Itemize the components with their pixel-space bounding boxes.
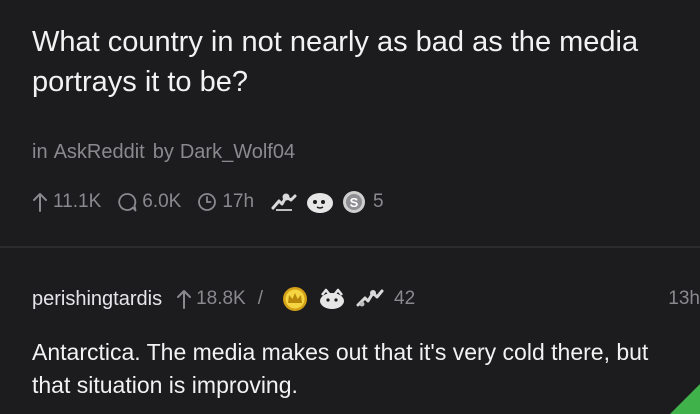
gold-crown-award-icon[interactable] <box>281 286 309 312</box>
post-age-text: 17h <box>222 191 255 212</box>
subreddit-link[interactable]: AskReddit <box>54 141 145 163</box>
author-link[interactable]: Dark_Wolf04 <box>180 141 295 163</box>
comment-bubble-icon <box>118 193 137 212</box>
separator-slash: / <box>257 288 264 309</box>
comment-age: 13h <box>668 288 700 309</box>
post-age: 17h <box>197 191 254 213</box>
comment-body: Antarctica. The media makes out that it'… <box>32 339 649 398</box>
post-stats: 11.1K 6.0K 17h S 5 <box>32 187 384 217</box>
wholesome-award-icon[interactable] <box>316 287 348 311</box>
in-label: in <box>32 141 48 163</box>
award-count: 5 <box>373 191 384 212</box>
post-title: What country in not nearly as bad as the… <box>32 26 639 98</box>
post-byline: in AskReddit by Dark_Wolf04 <box>32 141 301 164</box>
helpful-award-icon[interactable] <box>355 287 385 311</box>
svg-text:S: S <box>350 195 359 210</box>
upvote-button[interactable]: 11.1K <box>32 191 101 213</box>
upvote-count: 11.1K <box>53 191 102 212</box>
by-label: by <box>152 141 174 163</box>
arm-wrestling-award-icon[interactable] <box>270 191 298 213</box>
green-corner-indicator <box>670 384 700 414</box>
comment-upvote-button[interactable]: 18.8K <box>176 288 246 310</box>
comment-award-count: 42 <box>394 288 416 309</box>
post-header: What country in not nearly as bad as the… <box>0 0 700 247</box>
comment-count: 6.0K <box>142 191 182 212</box>
upvote-arrow-icon <box>33 193 47 212</box>
comment-score: 18.8K <box>196 288 246 309</box>
silver-award-icon[interactable]: S <box>342 190 366 214</box>
clock-icon <box>198 193 217 211</box>
upvote-arrow-icon <box>177 290 192 309</box>
comments-button[interactable]: 6.0K <box>117 191 181 213</box>
ghost-award-icon[interactable] <box>305 190 335 214</box>
comment-username[interactable]: perishingtardis <box>32 288 162 311</box>
top-comment: perishingtardis 18.8K / 42 13h Antarctic… <box>0 248 700 414</box>
comment-header: perishingtardis 18.8K / 42 <box>32 284 415 314</box>
